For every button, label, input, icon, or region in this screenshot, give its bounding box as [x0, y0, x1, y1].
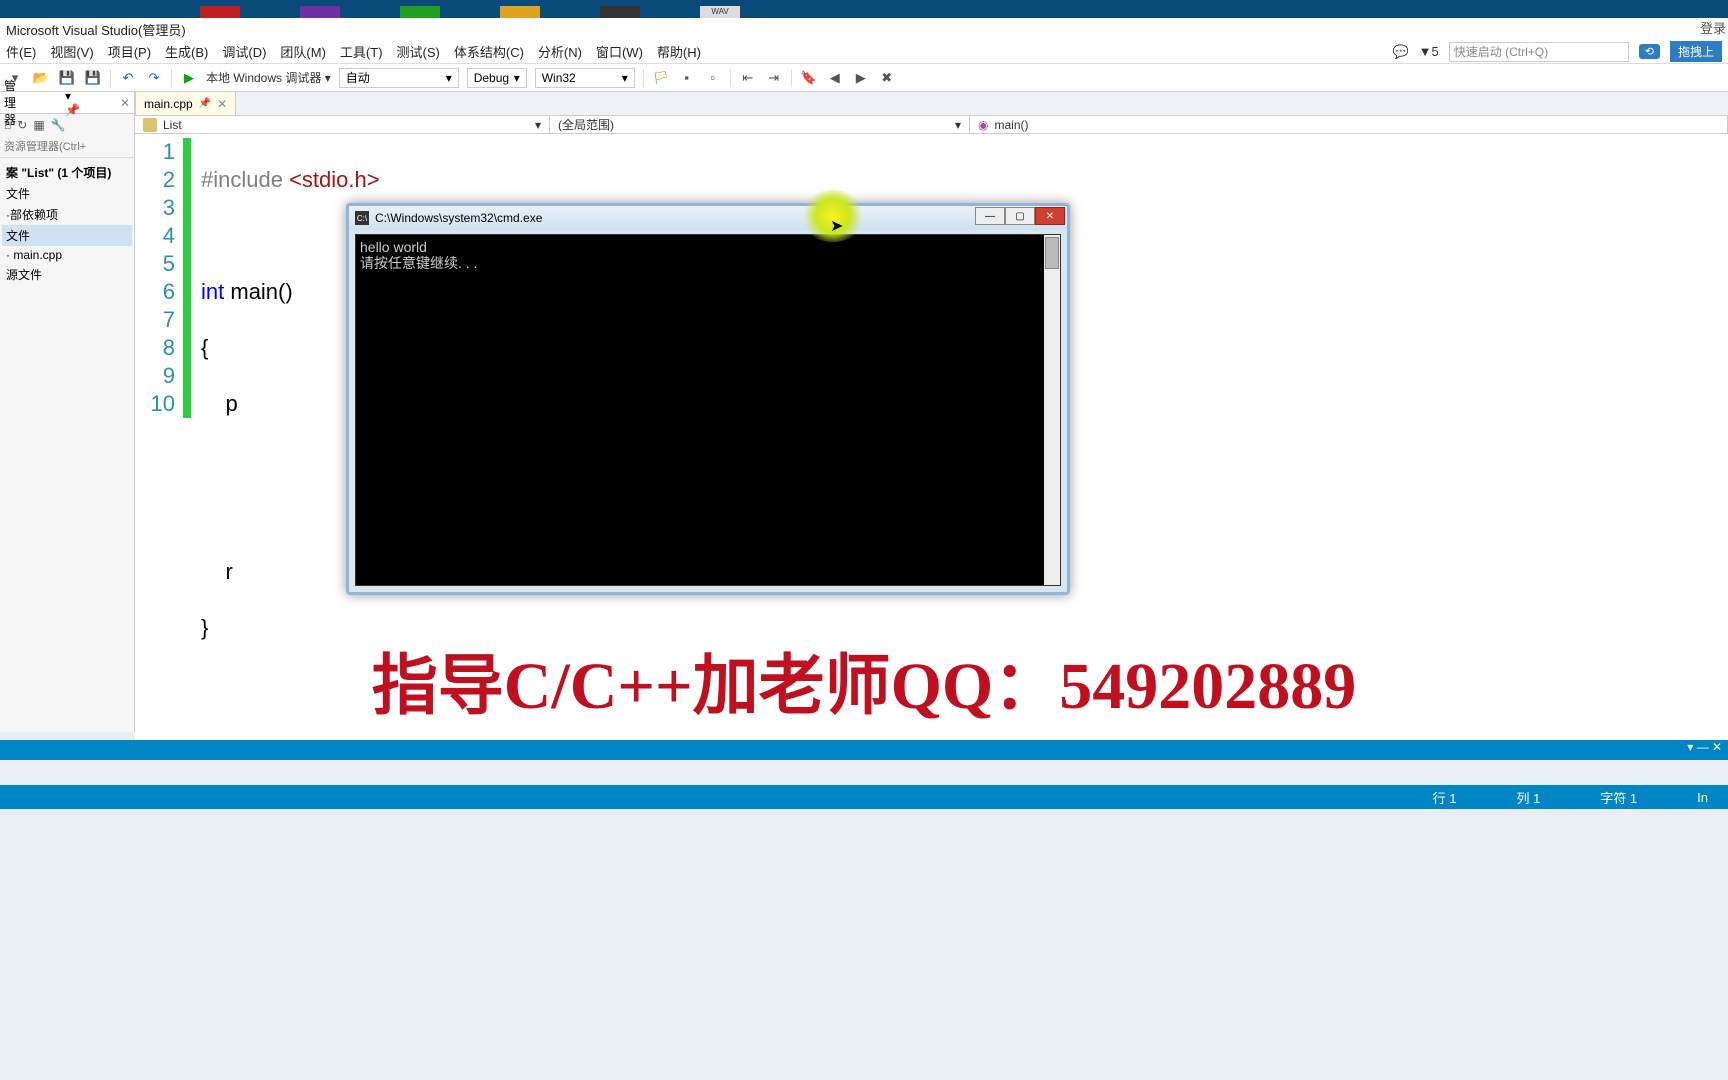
menu-project[interactable]: 项目(P)	[108, 42, 151, 61]
solution-explorer: 管理器 ▾ 📌 ✕ ⌂ ↻ ▦ 🔧 🔍 案 "List" (1 个项目) 文件 …	[0, 92, 135, 732]
tree-node-file[interactable]: · main.cpp	[2, 246, 132, 264]
menu-view[interactable]: 视图(V)	[50, 42, 93, 61]
cursor-icon: ➤	[830, 216, 843, 236]
tree-node[interactable]: ·部依赖项	[2, 204, 132, 225]
clear-bookmarks-icon[interactable]: ✖	[878, 69, 896, 87]
notifications-icon[interactable]: ▼5	[1419, 44, 1439, 59]
panel-controls[interactable]: ▾ — ✕	[1681, 740, 1728, 754]
taskbar-app[interactable]	[400, 6, 440, 18]
status-ins: In	[1697, 790, 1708, 805]
status-line: 行 1	[1433, 788, 1457, 807]
platform-dropdown[interactable]: Win32▾	[535, 68, 635, 88]
outdent-icon[interactable]: ⇥	[765, 69, 783, 87]
menu-debug[interactable]: 调试(D)	[222, 42, 266, 61]
login-link[interactable]: 登录	[1700, 18, 1726, 37]
config-auto-dropdown[interactable]: 自动▾	[339, 68, 459, 88]
indent-icon[interactable]: ⇤	[739, 69, 757, 87]
link-icon[interactable]: ⟲	[1639, 44, 1660, 59]
close-button[interactable]: ✕	[1035, 207, 1065, 225]
status-bar: 行 1 列 1 字符 1 In	[0, 785, 1728, 809]
console-line: hello world	[360, 239, 1056, 255]
taskbar-app[interactable]: WAV	[700, 6, 740, 18]
uncomment-icon[interactable]: ▫	[704, 69, 722, 87]
menu-test[interactable]: 测试(S)	[397, 42, 440, 61]
menu-team[interactable]: 团队(M)	[280, 42, 326, 61]
sidebar-toolbar: ⌂ ↻ ▦ 🔧	[0, 114, 134, 136]
properties-icon[interactable]: 🔧	[51, 118, 66, 132]
close-icon[interactable]: ✕	[120, 96, 130, 110]
status-col: 列 1	[1516, 788, 1540, 807]
file-tab-main[interactable]: main.cpp 📌 ✕	[135, 91, 236, 115]
console-titlebar[interactable]: C:\ C:\Windows\system32\cmd.exe — ▢ ✕	[349, 206, 1067, 230]
function-icon: ◉	[978, 118, 988, 132]
open-icon[interactable]: 📂	[32, 69, 50, 87]
quick-launch-input[interactable]: 快速启动 (Ctrl+Q)	[1449, 42, 1629, 62]
show-all-icon[interactable]: ▦	[33, 118, 44, 132]
debugger-dropdown[interactable]: 本地 Windows 调试器 ▾	[206, 69, 331, 86]
change-indicator	[183, 138, 191, 418]
cmd-icon: C:\	[355, 211, 369, 225]
refresh-icon[interactable]: ↻	[17, 118, 27, 132]
toggle-button[interactable]: 拖拽上	[1670, 41, 1722, 62]
redo-icon[interactable]: ↷	[145, 69, 163, 87]
solution-tree: 案 "List" (1 个项目) 文件 ·部依赖项 文件 · main.cpp …	[0, 158, 134, 289]
menu-window[interactable]: 窗口(W)	[596, 42, 643, 61]
pin-icon[interactable]: 📌	[199, 98, 211, 109]
menu-architecture[interactable]: 体系结构(C)	[454, 42, 524, 61]
console-line: 请按任意键继续. . .	[360, 255, 1056, 271]
line-numbers: 12345678910	[135, 134, 183, 758]
file-tab-bar: main.cpp 📌 ✕	[135, 92, 1728, 116]
taskbar-app[interactable]	[300, 6, 340, 18]
sidebar-tab[interactable]: 管理器 ▾ 📌 ✕	[0, 92, 134, 114]
tree-node-selected[interactable]: 文件	[2, 225, 132, 246]
maximize-button[interactable]: ▢	[1005, 207, 1035, 225]
tree-node[interactable]: 文件	[2, 183, 132, 204]
close-icon[interactable]: ✕	[217, 97, 227, 111]
os-taskbar: WAV	[0, 0, 1728, 18]
scope-function-dropdown[interactable]: ◉main()	[970, 116, 1728, 133]
search-input[interactable]: 🔍	[0, 136, 134, 158]
scope-project-dropdown[interactable]: List▾	[135, 116, 550, 133]
taskbar-app[interactable]	[200, 6, 240, 18]
config-dropdown[interactable]: Debug▾	[467, 68, 527, 88]
tree-node[interactable]: 源文件	[2, 264, 132, 285]
scope-namespace-dropdown[interactable]: (全局范围)▾	[550, 116, 970, 133]
scope-bar: List▾ (全局范围)▾ ◉main()	[135, 116, 1728, 134]
project-icon	[143, 118, 157, 132]
solution-node[interactable]: 案 "List" (1 个项目)	[2, 162, 132, 183]
next-bookmark-icon[interactable]: ▶	[852, 69, 870, 87]
menu-analyze[interactable]: 分析(N)	[538, 42, 582, 61]
console-title: C:\Windows\system32\cmd.exe	[375, 211, 542, 225]
prev-bookmark-icon[interactable]: ◀	[826, 69, 844, 87]
toolbox-icon[interactable]: 🏳	[652, 69, 670, 87]
comment-icon[interactable]: ▪	[678, 69, 696, 87]
menu-help[interactable]: 帮助(H)	[657, 42, 701, 61]
menu-build[interactable]: 生成(B)	[165, 42, 208, 61]
taskbar-app[interactable]	[600, 6, 640, 18]
save-all-icon[interactable]: 💾	[84, 69, 102, 87]
console-output[interactable]: hello world 请按任意键继续. . .	[355, 234, 1061, 586]
bookmark-icon[interactable]: 🔖	[800, 69, 818, 87]
menu-file[interactable]: 件(E)	[6, 42, 36, 61]
save-icon[interactable]: 💾	[58, 69, 76, 87]
scrollbar-thumb[interactable]	[1045, 237, 1059, 269]
scrollbar[interactable]	[1044, 235, 1060, 585]
undo-icon[interactable]: ↶	[119, 69, 137, 87]
minimize-button[interactable]: —	[975, 207, 1005, 225]
blank-area	[0, 810, 1728, 1080]
output-panel-header[interactable]: ▾ — ✕	[0, 740, 1728, 760]
main-toolbar: ▾ 📂 💾 💾 ↶ ↷ ▶ 本地 Windows 调试器 ▾ 自动▾ Debug…	[0, 64, 1728, 92]
console-window[interactable]: C:\ C:\Windows\system32\cmd.exe — ▢ ✕ he…	[346, 203, 1070, 595]
taskbar-app[interactable]	[500, 6, 540, 18]
feedback-icon[interactable]: 💬	[1392, 44, 1408, 60]
pin-icon[interactable]: ▾ 📌	[65, 89, 80, 117]
status-char: 字符 1	[1600, 788, 1637, 807]
home-icon[interactable]: ⌂	[4, 118, 11, 132]
window-title: Microsoft Visual Studio(管理员)	[0, 18, 1728, 40]
menu-bar: 件(E) 视图(V) 项目(P) 生成(B) 调试(D) 团队(M) 工具(T)…	[0, 40, 1728, 64]
play-icon[interactable]: ▶	[180, 69, 198, 87]
menu-tools[interactable]: 工具(T)	[340, 42, 383, 61]
